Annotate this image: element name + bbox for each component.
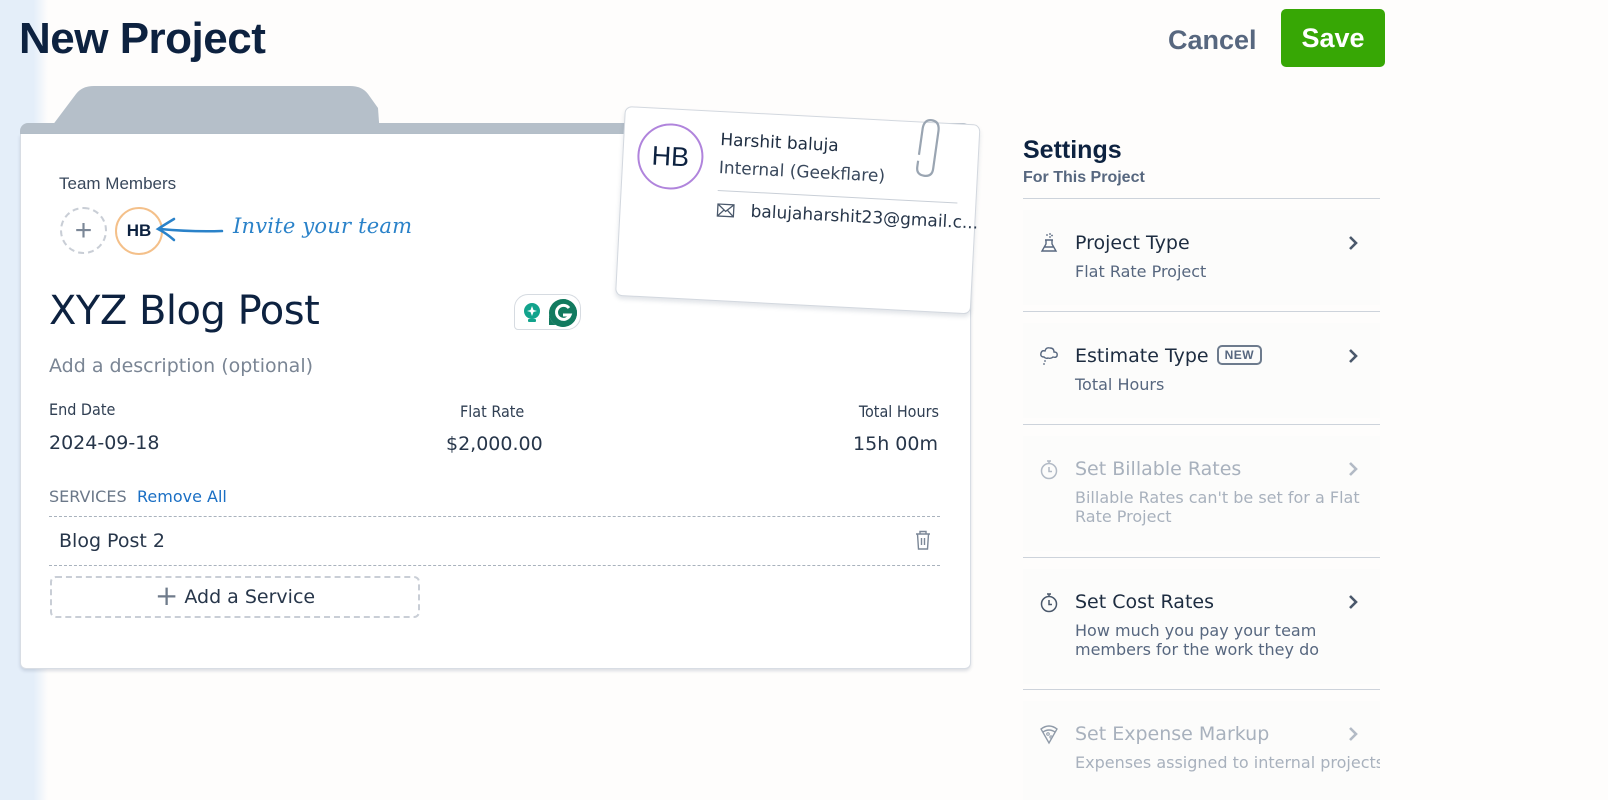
description-input[interactable]: Add a description (optional) bbox=[49, 355, 313, 377]
invite-annotation: Invite your team bbox=[233, 214, 413, 238]
plus-icon: + bbox=[154, 578, 179, 612]
setting-description: Billable Rates can't be set for a Flat R… bbox=[1075, 488, 1360, 526]
grammarly-g-icon bbox=[549, 299, 577, 327]
setting-billable-rates: Set Billable Rates Billable Rates can't … bbox=[1023, 436, 1380, 551]
divider bbox=[1023, 689, 1380, 690]
setting-title-text: Estimate Type bbox=[1075, 345, 1209, 367]
flat-rate-label: Flat Rate bbox=[460, 402, 525, 421]
lightbulb-icon bbox=[524, 303, 540, 322]
envelope-icon bbox=[716, 203, 735, 218]
setting-description: Flat Rate Project bbox=[1075, 262, 1207, 281]
settings-subtitle: For This Project bbox=[1023, 169, 1145, 186]
cancel-button[interactable]: Cancel bbox=[1168, 20, 1257, 60]
setting-expense-markup: Set Expense Markup Expenses assigned to … bbox=[1023, 701, 1380, 800]
contact-name: Harshit baluja bbox=[719, 130, 840, 157]
divider bbox=[1023, 311, 1380, 312]
divider bbox=[1023, 424, 1380, 425]
chevron-right-icon bbox=[1349, 349, 1358, 363]
page-title: New Project bbox=[19, 14, 266, 63]
setting-project-type[interactable]: Project Type Flat Rate Project bbox=[1023, 210, 1380, 305]
chevron-right-icon bbox=[1349, 595, 1358, 609]
save-button[interactable]: Save bbox=[1281, 9, 1385, 67]
setting-cost-rates[interactable]: Set Cost Rates How much you pay your tea… bbox=[1023, 569, 1380, 684]
remove-all-link[interactable]: Remove All bbox=[137, 487, 227, 506]
total-hours-value[interactable]: 15h 00m bbox=[853, 433, 938, 455]
setting-title: Set Expense Markup bbox=[1075, 723, 1270, 745]
chevron-right-icon bbox=[1349, 462, 1358, 476]
flask-icon bbox=[1040, 233, 1058, 252]
new-badge: NEW bbox=[1216, 345, 1263, 365]
plus-icon: + bbox=[74, 213, 93, 247]
add-service-button[interactable]: + Add a Service bbox=[50, 576, 420, 618]
setting-description: How much you pay your team members for t… bbox=[1075, 621, 1320, 659]
setting-description: Expenses assigned to internal projects bbox=[1075, 753, 1380, 772]
end-date-value[interactable]: 2024-09-18 bbox=[49, 432, 159, 454]
contact-email: balujaharshit23@gmail.c... bbox=[750, 201, 979, 234]
setting-estimate-type[interactable]: Estimate Type NEW Total Hours bbox=[1023, 323, 1380, 418]
add-member-button[interactable]: + bbox=[60, 207, 107, 254]
settings-title: Settings bbox=[1023, 136, 1122, 164]
arrow-icon bbox=[155, 217, 224, 242]
grammarly-widget[interactable] bbox=[514, 294, 581, 330]
divider bbox=[1023, 198, 1380, 199]
setting-title: Set Billable Rates bbox=[1075, 458, 1242, 480]
divider bbox=[49, 516, 940, 517]
end-date-label: End Date bbox=[49, 400, 116, 419]
divider bbox=[49, 565, 940, 566]
cloud-icon bbox=[1040, 347, 1058, 365]
stopwatch-icon bbox=[1040, 460, 1058, 480]
chevron-right-icon bbox=[1349, 236, 1358, 250]
contact-organization: Internal (Geekflare) bbox=[718, 158, 886, 187]
setting-title: Estimate Type NEW bbox=[1075, 345, 1263, 367]
pizza-icon bbox=[1040, 725, 1058, 745]
project-name-input[interactable]: XYZ Blog Post bbox=[49, 288, 320, 334]
services-label: SERVICES bbox=[49, 487, 127, 506]
trash-icon[interactable] bbox=[913, 529, 933, 551]
flat-rate-value[interactable]: $2,000.00 bbox=[446, 433, 543, 455]
total-hours-label: Total Hours bbox=[858, 402, 939, 421]
divider bbox=[1023, 557, 1380, 558]
team-members-label: Team Members bbox=[59, 174, 177, 193]
contact-avatar: HB bbox=[635, 121, 706, 192]
stopwatch-icon bbox=[1040, 593, 1058, 613]
setting-title: Set Cost Rates bbox=[1075, 591, 1214, 613]
chevron-right-icon bbox=[1349, 727, 1358, 741]
setting-description: Total Hours bbox=[1075, 375, 1165, 394]
setting-title: Project Type bbox=[1075, 232, 1190, 254]
add-service-label: Add a Service bbox=[184, 586, 316, 608]
service-item[interactable]: Blog Post 2 bbox=[59, 530, 165, 552]
